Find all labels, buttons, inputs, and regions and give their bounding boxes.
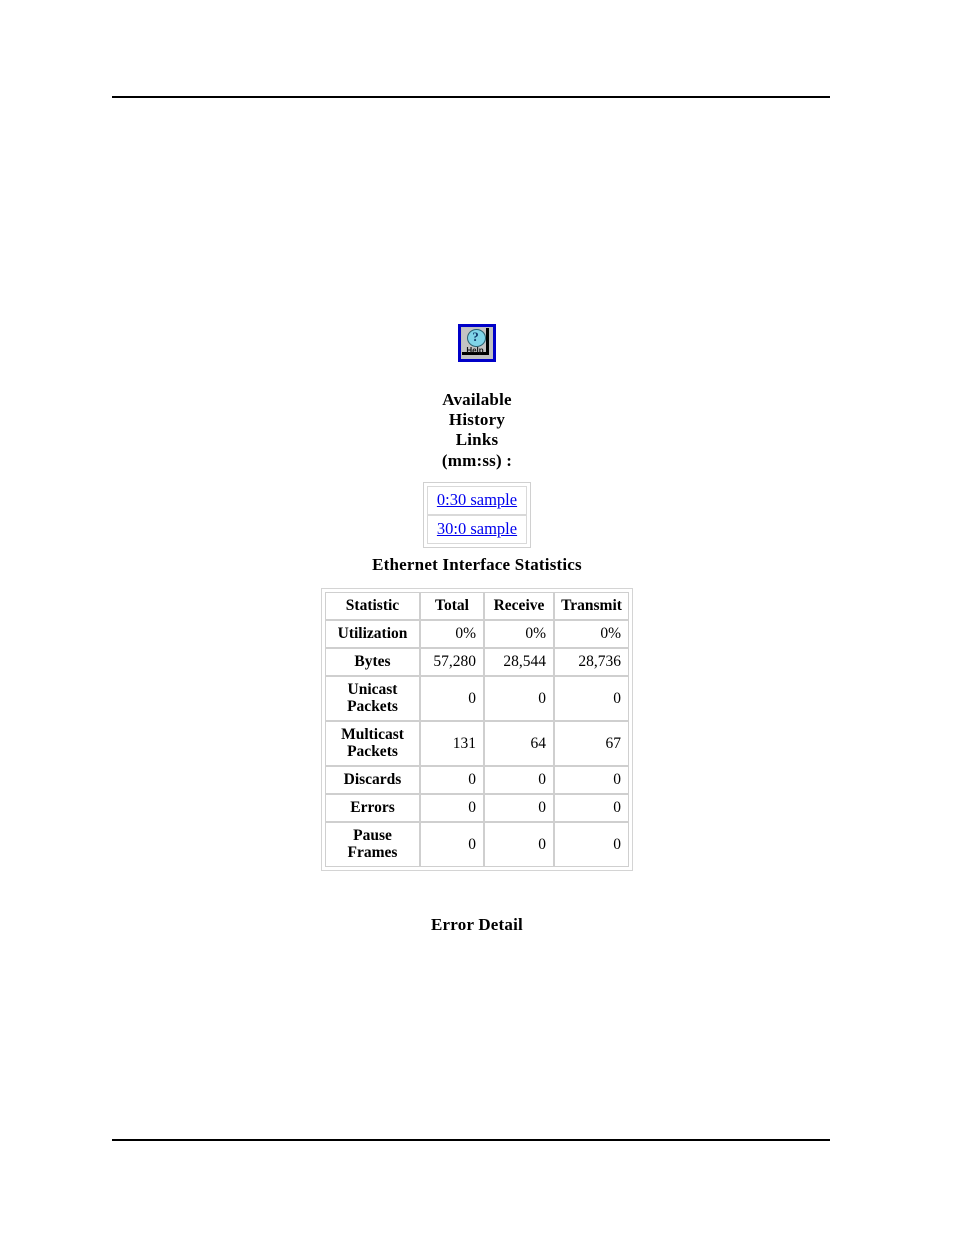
row-label-unicast-packets: Unicast Packets	[325, 676, 420, 721]
history-heading-line-2: History	[448, 410, 506, 430]
table-row: Discards 0 0 0	[325, 766, 629, 794]
history-link-30-0-sample[interactable]: 30:0 sample	[437, 519, 517, 538]
cell-errors-receive: 0	[484, 794, 554, 822]
footer-rule	[112, 1139, 830, 1141]
history-link-0-30-sample[interactable]: 0:30 sample	[437, 490, 517, 509]
column-header-transmit: Transmit	[554, 592, 629, 620]
cell-bytes-transmit: 28,736	[554, 648, 629, 676]
ethernet-interface-statistics-table: Statistic Total Receive Transmit Utiliza…	[321, 588, 633, 871]
row-label-discards: Discards	[325, 766, 420, 794]
table-header-row: Statistic Total Receive Transmit	[325, 592, 629, 620]
cell-discards-transmit: 0	[554, 766, 629, 794]
table-row: Errors 0 0 0	[325, 794, 629, 822]
cell-errors-transmit: 0	[554, 794, 629, 822]
cell-unicast-packets-transmit: 0	[554, 676, 629, 721]
cell-pause-frames-receive: 0	[484, 822, 554, 867]
error-detail-title: Error Detail	[431, 915, 523, 934]
history-links-box-container: 0:30 sample 30:0 sample	[0, 482, 954, 548]
cell-discards-receive: 0	[484, 766, 554, 794]
cell-utilization-transmit: 0%	[554, 620, 629, 648]
header-rule	[112, 96, 830, 98]
history-link-row: 30:0 sample	[426, 515, 528, 544]
cell-pause-frames-transmit: 0	[554, 822, 629, 867]
row-label-utilization: Utilization	[325, 620, 420, 648]
statistics-table-title: Ethernet Interface Statistics	[372, 555, 582, 574]
column-header-statistic: Statistic	[325, 592, 420, 620]
table-row: Utilization 0% 0% 0%	[325, 620, 629, 648]
help-button[interactable]: ? Help	[458, 324, 496, 362]
table-row: Bytes 57,280 28,544 28,736	[325, 648, 629, 676]
history-links-box: 0:30 sample 30:0 sample	[422, 482, 532, 548]
history-link-row: 0:30 sample	[426, 486, 528, 515]
cell-multicast-packets-transmit: 67	[554, 721, 629, 766]
cell-multicast-packets-total: 131	[420, 721, 484, 766]
column-header-total: Total	[420, 592, 484, 620]
history-heading-line-4: (mm:ss) :	[441, 450, 513, 470]
cell-utilization-total: 0%	[420, 620, 484, 648]
row-label-bytes: Bytes	[325, 648, 420, 676]
table-row: Multicast Packets 131 64 67	[325, 721, 629, 766]
history-link-cell-1[interactable]: 0:30 sample	[426, 486, 528, 515]
cell-unicast-packets-total: 0	[420, 676, 484, 721]
cell-multicast-packets-receive: 64	[484, 721, 554, 766]
table-row: Unicast Packets 0 0 0	[325, 676, 629, 721]
history-link-cell-2[interactable]: 30:0 sample	[426, 515, 528, 544]
history-heading-line-3: Links	[455, 430, 499, 450]
row-label-errors: Errors	[325, 794, 420, 822]
table-row: Pause Frames 0 0 0	[325, 822, 629, 867]
cell-pause-frames-total: 0	[420, 822, 484, 867]
help-button-label: Help	[466, 346, 484, 355]
history-heading-line-1: Available	[442, 390, 512, 409]
cell-errors-total: 0	[420, 794, 484, 822]
help-question-mark: ?	[472, 329, 479, 344]
help-button-container: ? Help	[0, 324, 954, 362]
cell-discards-total: 0	[420, 766, 484, 794]
history-links-heading: Available History Links (mm:ss) :	[0, 390, 954, 471]
column-header-receive: Receive	[484, 592, 554, 620]
cell-unicast-packets-receive: 0	[484, 676, 554, 721]
cell-utilization-receive: 0%	[484, 620, 554, 648]
cell-bytes-total: 57,280	[420, 648, 484, 676]
row-label-multicast-packets: Multicast Packets	[325, 721, 420, 766]
cell-bytes-receive: 28,544	[484, 648, 554, 676]
statistics-table-container: Statistic Total Receive Transmit Utiliza…	[0, 588, 954, 871]
row-label-pause-frames: Pause Frames	[325, 822, 420, 867]
